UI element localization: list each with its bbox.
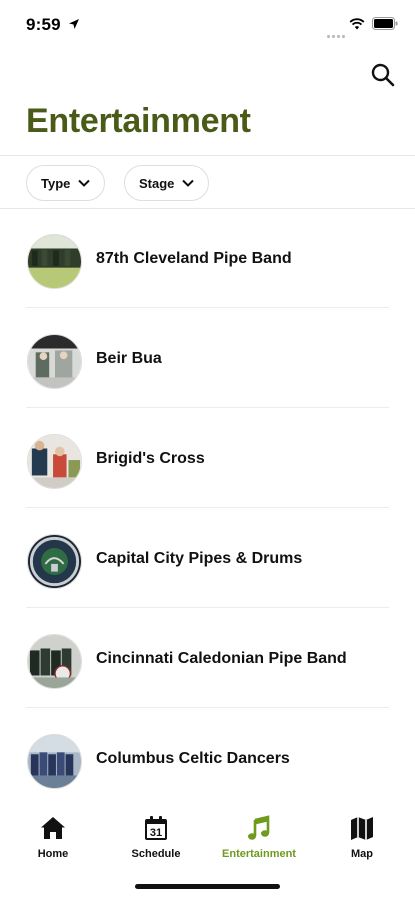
list-item[interactable]: Columbus Celtic Dancers	[0, 708, 415, 808]
list-item[interactable]: Cincinnati Caledonian Pipe Band	[0, 608, 415, 708]
list-item[interactable]: Brigid's Cross	[0, 408, 415, 508]
tab-label: Home	[37, 848, 69, 860]
house-icon	[41, 817, 65, 839]
tab-label: Schedule	[131, 848, 181, 860]
music-note-icon	[248, 815, 270, 840]
chevron-down-icon	[78, 179, 91, 187]
performer-photo	[27, 534, 82, 589]
signal-icon	[327, 25, 347, 38]
performer-name: Columbus Celtic Dancers	[96, 750, 290, 767]
performer-name: Cincinnati Caledonian Pipe Band	[96, 650, 347, 667]
page-title: Entertainment	[26, 102, 251, 140]
filter-type-button[interactable]: Type	[26, 165, 106, 201]
performer-name: Capital City Pipes & Drums	[96, 550, 303, 567]
tab-map[interactable]: Map	[312, 814, 412, 868]
wifi-icon	[349, 18, 365, 30]
performer-photo	[27, 334, 82, 389]
performer-photo	[27, 634, 82, 689]
divider	[0, 155, 415, 156]
tab-home[interactable]: Home	[3, 814, 103, 868]
tab-entertainment[interactable]: Entertainment	[209, 814, 309, 868]
performer-name: Brigid's Cross	[96, 450, 205, 467]
calendar-icon: 31	[145, 816, 167, 840]
battery-icon	[372, 17, 398, 30]
performer-name: 87th Cleveland Pipe Band	[96, 250, 292, 267]
performer-photo	[27, 734, 82, 789]
map-icon	[351, 817, 373, 840]
list-item[interactable]: 87th Cleveland Pipe Band	[0, 208, 415, 308]
location-arrow-icon	[69, 19, 79, 29]
filter-label: Stage	[139, 175, 175, 191]
tab-schedule[interactable]: 31 Schedule	[106, 814, 206, 868]
tab-label: Entertainment	[222, 848, 296, 860]
search-icon[interactable]	[370, 62, 396, 88]
chevron-down-icon	[182, 179, 195, 187]
list-item[interactable]: Beir Bua	[0, 308, 415, 408]
calendar-badge: 31	[150, 827, 162, 839]
status-time: 9:59	[26, 15, 61, 34]
filter-stage-button[interactable]: Stage	[124, 165, 210, 201]
filter-label: Type	[41, 175, 71, 191]
tab-label: Map	[351, 848, 373, 860]
status-bar: 9:59	[0, 0, 415, 50]
performer-photo	[27, 434, 82, 489]
home-indicator[interactable]	[135, 884, 280, 889]
performer-name: Beir Bua	[96, 350, 162, 367]
list-item[interactable]: Capital City Pipes & Drums	[0, 508, 415, 608]
performer-photo	[27, 234, 82, 289]
